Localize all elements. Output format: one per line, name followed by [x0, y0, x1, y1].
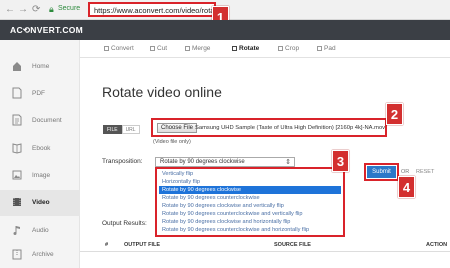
dropdown-option[interactable]: Horizontally flip	[159, 178, 341, 186]
dropdown-option[interactable]: Rotate by 90 degrees clockwise and verti…	[159, 202, 341, 210]
sidebar-item-label: Audio	[32, 227, 49, 234]
checkbox-icon	[278, 45, 283, 51]
sidebar-item-home[interactable]: Home	[0, 54, 80, 80]
dropdown-option-selected[interactable]: Rotate by 90 degrees clockwise	[159, 186, 341, 194]
annotation-badge-3: 3	[332, 150, 349, 172]
dropdown-option[interactable]: Rotate by 90 degrees counterclockwise	[159, 194, 341, 202]
tab-merge[interactable]: Merge	[185, 45, 210, 52]
checkbox-icon	[232, 45, 237, 51]
dropdown-option[interactable]: Rotate by 90 degrees counterclockwise an…	[159, 226, 341, 234]
video-icon	[13, 198, 21, 206]
column-number: #	[105, 242, 109, 248]
sidebar-item-label: PDF	[32, 90, 45, 97]
dropdown-option[interactable]: Vertically flip	[159, 170, 341, 178]
transposition-dropdown-list: Vertically flip Horizontally flip Rotate…	[155, 167, 345, 237]
column-source-file: SOURCE FILE	[274, 242, 311, 248]
sidebar-item-label: Ebook	[32, 145, 51, 152]
back-arrow-icon[interactable]: ←	[5, 3, 15, 17]
output-results-label: Output Results:	[102, 220, 147, 227]
sidebar-item-label: Archive	[32, 251, 54, 258]
sidebar-item-label: Document	[32, 117, 62, 124]
file-note: (Video file only)	[153, 139, 191, 145]
operation-tabs: Convert Cut Merge Rotate Crop Pad	[80, 40, 450, 58]
ebook-icon	[12, 143, 22, 154]
site-logo[interactable]: AC⟲NVERT.COM	[10, 25, 83, 36]
sidebar-item-image[interactable]: Image	[0, 163, 80, 189]
selected-file-name: Samsung UHD Sample (Taste of Ultra High …	[195, 125, 386, 131]
sidebar-item-audio[interactable]: Audio	[0, 218, 80, 244]
sidebar-item-ebook[interactable]: Ebook	[0, 136, 80, 162]
page-title: Rotate video online	[102, 84, 222, 100]
site-header: AC⟲NVERT.COM	[0, 20, 450, 40]
document-icon	[12, 114, 22, 126]
tab-convert[interactable]: Convert	[104, 45, 134, 52]
sidebar-item-video[interactable]: Video	[0, 190, 80, 216]
url-text: https://www.aconvert.com/video/rotate/	[94, 6, 223, 15]
pdf-icon	[12, 87, 22, 99]
source-file-toggle[interactable]: FILE	[103, 125, 122, 134]
column-output-file: OUTPUT FILE	[124, 242, 161, 248]
reset-link[interactable]: RESET	[416, 169, 434, 175]
checkbox-icon	[150, 45, 155, 51]
transposition-select[interactable]: Rotate by 90 degrees clockwise ⇕	[155, 157, 295, 167]
tab-crop[interactable]: Crop	[278, 45, 299, 52]
checkbox-icon	[104, 45, 109, 51]
annotation-badge-2: 2	[386, 103, 403, 125]
choose-file-button[interactable]: Choose File	[157, 123, 198, 133]
audio-icon	[13, 226, 20, 235]
source-toggle: FILE URL	[103, 125, 140, 134]
sidebar-item-label: Home	[32, 63, 50, 70]
tab-cut[interactable]: Cut	[150, 45, 167, 52]
sidebar-item-label: Image	[32, 172, 51, 179]
submit-button[interactable]: Submit	[367, 166, 396, 178]
select-arrows-icon: ⇕	[285, 159, 291, 166]
sidebar-item-archive[interactable]: Archive	[0, 242, 80, 268]
lock-icon: 🔒︎	[49, 4, 54, 14]
dropdown-option[interactable]: Rotate by 90 degrees clockwise and horiz…	[159, 218, 341, 226]
source-url-toggle[interactable]: URL	[121, 125, 140, 134]
reload-icon[interactable]: ⟳	[32, 3, 40, 17]
file-input: Choose File Samsung UHD Sample (Taste of…	[151, 118, 387, 137]
or-separator: OR	[401, 169, 410, 175]
home-icon	[13, 62, 21, 71]
archive-icon	[12, 249, 22, 260]
address-bar[interactable]: https://www.aconvert.com/video/rotate/	[88, 2, 223, 17]
tab-pad[interactable]: Pad	[317, 45, 336, 52]
transposition-label: Transposition:	[102, 158, 143, 165]
dropdown-option[interactable]: Rotate by 90 degrees counterclockwise an…	[159, 210, 341, 218]
forward-arrow-icon[interactable]: →	[18, 3, 28, 17]
image-icon	[12, 170, 22, 180]
annotation-badge-4: 4	[398, 176, 415, 198]
sidebar-item-document[interactable]: Document	[0, 108, 80, 134]
select-value: Rotate by 90 degrees clockwise	[160, 159, 245, 165]
results-table-header: # OUTPUT FILE SOURCE FILE ACTION	[80, 240, 450, 252]
tab-rotate[interactable]: Rotate	[232, 45, 259, 52]
sidebar-item-label: Video	[32, 199, 50, 206]
column-action: ACTION	[426, 242, 448, 248]
checkbox-icon	[185, 45, 190, 51]
checkbox-icon	[317, 45, 322, 51]
secure-label: Secure	[58, 5, 81, 12]
sidebar: Home PDF Document Ebook Image Video Audi…	[0, 40, 80, 268]
sidebar-item-pdf[interactable]: PDF	[0, 81, 80, 107]
